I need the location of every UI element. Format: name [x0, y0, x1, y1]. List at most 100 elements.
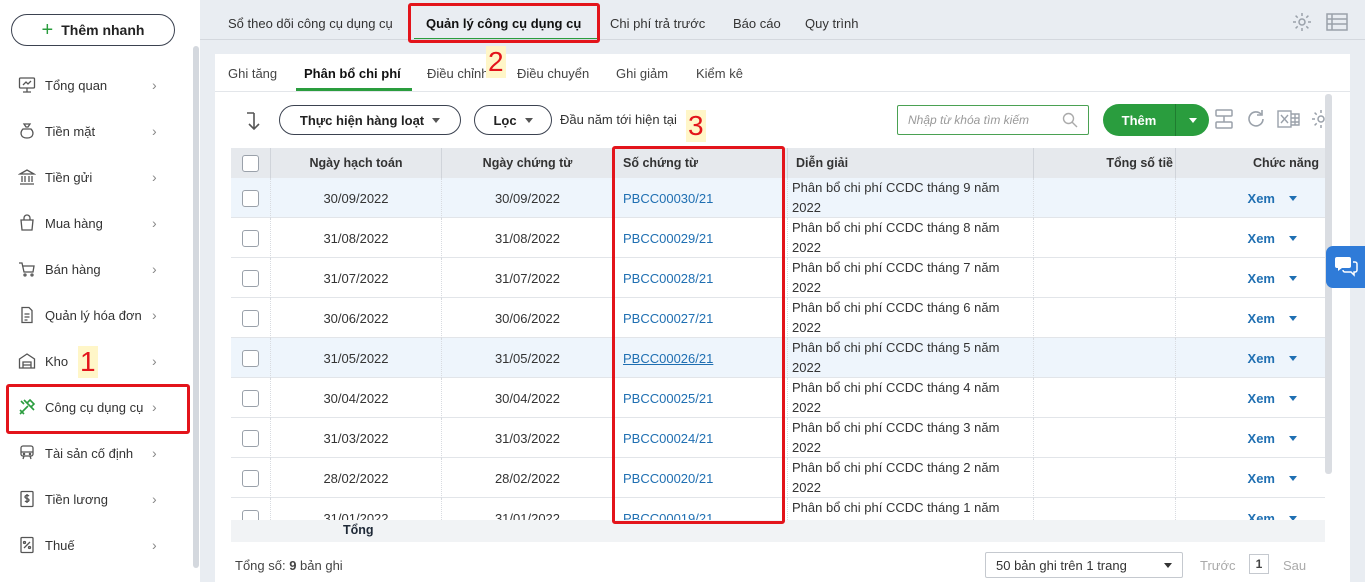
row-checkbox[interactable]	[242, 349, 259, 367]
view-link[interactable]: Xem	[1248, 431, 1275, 446]
add-button[interactable]: Thêm	[1103, 104, 1209, 136]
prev-page-button[interactable]: Trước	[1200, 558, 1236, 573]
annotation-box-sidebar-tools	[6, 384, 190, 434]
sidebar-item-warehouse[interactable]: Kho ›	[8, 338, 188, 384]
view-dropdown-icon[interactable]	[1289, 315, 1297, 321]
total-amount-cell	[1034, 298, 1176, 338]
view-link[interactable]: Xem	[1248, 231, 1275, 246]
row-checkbox[interactable]	[242, 429, 259, 447]
column-document-date[interactable]: Ngày chứng từ	[442, 148, 614, 178]
column-total-amount[interactable]: Tổng số tiề	[1034, 148, 1176, 178]
add-dropdown-button[interactable]	[1176, 104, 1209, 136]
subtab-increase[interactable]: Ghi tăng	[228, 66, 277, 81]
document-date-cell: 31/05/2022	[442, 338, 614, 378]
sidebar-item-tax[interactable]: Thuế ›	[8, 522, 188, 568]
search-icon	[1062, 112, 1078, 131]
view-dropdown-icon[interactable]	[1289, 475, 1297, 481]
list-view-icon[interactable]	[1326, 12, 1348, 35]
sidebar-item-label: Mua hàng	[45, 215, 103, 231]
total-label: Tổng	[343, 523, 374, 537]
row-checkbox[interactable]	[242, 229, 259, 247]
page-size-select[interactable]: 50 bản ghi trên 1 trang	[985, 552, 1183, 578]
row-checkbox[interactable]	[242, 389, 259, 407]
chevron-right-icon: ›	[152, 307, 157, 323]
posting-date-cell: 30/04/2022	[271, 378, 442, 418]
row-checkbox[interactable]	[242, 269, 259, 287]
sidebar-item-fixed-assets[interactable]: Tài sản cố định ›	[8, 430, 188, 476]
row-checkbox[interactable]	[242, 189, 259, 207]
sidebar-item-cash[interactable]: Tiền mặt ›	[8, 108, 188, 154]
view-link[interactable]: Xem	[1248, 271, 1275, 286]
gear-icon[interactable]	[1291, 11, 1313, 36]
sidebar-item-invoice[interactable]: Quản lý hóa đơn ›	[8, 292, 188, 338]
actions-cell: Xem	[1176, 338, 1325, 378]
sidebar-scrollbar[interactable]	[193, 46, 199, 568]
tab-process[interactable]: Quy trình	[805, 16, 858, 31]
column-posting-date[interactable]: Ngày hạch toán	[271, 148, 442, 178]
sidebar-item-overview[interactable]: Tổng quan ›	[8, 62, 188, 108]
batch-action-button[interactable]: Thực hiện hàng loạt	[279, 105, 461, 135]
view-dropdown-icon[interactable]	[1289, 275, 1297, 281]
document-date-cell: 31/08/2022	[442, 218, 614, 258]
subtab-inventory-check[interactable]: Kiểm kê	[696, 66, 743, 81]
current-page[interactable]: 1	[1249, 554, 1269, 574]
column-actions: Chức năng	[1253, 156, 1319, 170]
sidebar-item-purchase[interactable]: Mua hàng ›	[8, 200, 188, 246]
view-dropdown-icon[interactable]	[1289, 195, 1297, 201]
filter-button[interactable]: Lọc	[474, 105, 552, 135]
annotation-box-tool-management-tab	[408, 3, 600, 43]
sidebar-item-sales[interactable]: Bán hàng ›	[8, 246, 188, 292]
view-link[interactable]: Xem	[1248, 391, 1275, 406]
view-dropdown-icon[interactable]	[1289, 395, 1297, 401]
table-footer: Tổng số: 9 bản ghi 50 bản ghi trên 1 tra…	[215, 550, 1350, 582]
sidebar-item-deposit[interactable]: Tiền gửi ›	[8, 154, 188, 200]
tab-tool-ledger[interactable]: Sổ theo dõi công cụ dụng cụ	[228, 16, 393, 31]
subtab-decrease[interactable]: Ghi giảm	[616, 66, 668, 81]
description-cell: Phân bổ chi phí CCDC tháng 2 năm 2022	[788, 458, 1034, 498]
quick-add-button[interactable]: + Thêm nhanh	[11, 14, 175, 46]
next-page-button[interactable]: Sau	[1283, 558, 1306, 573]
view-dropdown-icon[interactable]	[1289, 355, 1297, 361]
total-amount-cell	[1034, 178, 1176, 218]
add-button-label[interactable]: Thêm	[1103, 104, 1175, 136]
view-link[interactable]: Xem	[1248, 471, 1275, 486]
tab-prepaid-expense[interactable]: Chi phí trả trước	[610, 16, 705, 31]
view-link[interactable]: Xem	[1248, 191, 1275, 206]
column-description[interactable]: Diễn giải	[788, 148, 1034, 178]
row-checkbox[interactable]	[242, 469, 259, 487]
sidebar-item-label: Kho	[45, 353, 69, 369]
search-input[interactable]: Nhập từ khóa tìm kiếm	[897, 105, 1089, 135]
select-all-checkbox[interactable]	[242, 154, 259, 172]
collapse-arrow-icon[interactable]	[243, 110, 265, 135]
view-link[interactable]: Xem	[1248, 311, 1275, 326]
annotation-number-1: 1	[78, 346, 98, 378]
refresh-icon[interactable]	[1243, 106, 1269, 132]
document-date-cell: 30/09/2022	[442, 178, 614, 218]
view-link[interactable]: Xem	[1248, 351, 1275, 366]
row-checkbox[interactable]	[242, 309, 259, 327]
view-dropdown-icon[interactable]	[1289, 235, 1297, 241]
tab-reports[interactable]: Báo cáo	[733, 16, 781, 31]
chart-icon	[16, 74, 38, 96]
sidebar-item-label: Tiền mặt	[45, 123, 96, 139]
subtab-allocation[interactable]: Phân bổ chi phí	[304, 66, 401, 81]
row-select-cell	[231, 178, 271, 218]
document-date-cell: 28/02/2022	[442, 458, 614, 498]
sidebar-item-label: Tiền gửi	[45, 169, 93, 185]
excel-export-icon[interactable]	[1276, 106, 1302, 132]
asset-icon	[16, 442, 38, 464]
subtab-adjust[interactable]: Điều chỉnh	[427, 66, 488, 81]
filter-label: Lọc	[493, 112, 517, 128]
caret-down-icon	[1188, 117, 1197, 123]
search-placeholder: Nhập từ khóa tìm kiếm	[908, 113, 1029, 127]
sidebar-item-label: Tiền lương	[45, 491, 108, 507]
document-date-cell: 30/04/2022	[442, 378, 614, 418]
total-amount-cell	[1034, 218, 1176, 258]
subtab-transfer[interactable]: Điều chuyển	[517, 66, 589, 81]
view-dropdown-icon[interactable]	[1289, 435, 1297, 441]
chat-support-button[interactable]	[1326, 246, 1365, 288]
sidebar-item-salary[interactable]: Tiền lương ›	[8, 476, 188, 522]
chevron-right-icon: ›	[152, 123, 157, 139]
merge-icon[interactable]	[1211, 106, 1237, 132]
total-amount-cell	[1034, 378, 1176, 418]
